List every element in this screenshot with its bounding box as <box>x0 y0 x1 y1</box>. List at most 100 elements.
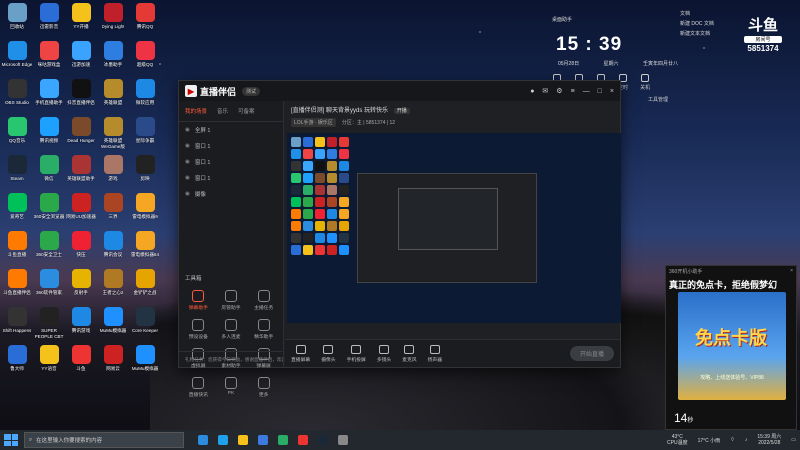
desktop-icon[interactable]: YY语音 <box>33 345 65 383</box>
toolbox-item[interactable]: 弹幕助手 <box>182 290 215 311</box>
desktop-icon[interactable]: 爱奇艺 <box>1 193 33 231</box>
visibility-icon[interactable]: ◉ <box>185 159 190 165</box>
ad-popup[interactable]: 360开机小助手 × 真正的免点卡，拒绝假梦幻 免点卡版 攻略、上线送体验号、V… <box>665 265 797 430</box>
avatar-icon[interactable]: ● <box>530 88 534 95</box>
store-icon[interactable] <box>258 435 268 445</box>
notification-icon[interactable]: ▭ <box>791 437 796 443</box>
desktop-icon[interactable]: 三界 <box>97 193 129 231</box>
desktop-icon[interactable]: 咪咕游戏盒 <box>33 41 65 79</box>
desktop-icon[interactable]: 迅游加速 <box>65 41 97 79</box>
stream-app-icon[interactable] <box>298 435 308 445</box>
toolbox-item[interactable]: 直播快讯 <box>182 377 215 398</box>
start-button[interactable] <box>4 434 18 446</box>
desktop-icon[interactable]: MuMu模拟器 <box>97 307 129 345</box>
desktop-icon[interactable]: 星际争霸 <box>129 117 161 155</box>
message-icon[interactable]: ✉ <box>542 87 548 95</box>
desktop-icon[interactable]: YY开播 <box>65 3 97 41</box>
toolbox-item[interactable]: 更多 <box>247 377 280 398</box>
start-live-button[interactable]: 开始直播 <box>569 346 614 361</box>
taskbar-clock[interactable]: 15:39 周六 2022/5/28 <box>757 434 781 446</box>
desktop-icon[interactable]: 抖音直播伴侣 <box>65 79 97 117</box>
wechat-icon[interactable] <box>278 435 288 445</box>
desktop-icon[interactable]: 360安全卫士 <box>33 231 65 269</box>
doc-item[interactable]: 新建 DOC 文档 <box>680 20 714 27</box>
edge-icon[interactable] <box>218 435 228 445</box>
menu-icon[interactable]: ≡ <box>571 88 575 95</box>
stream-control-button[interactable]: 直播屏幕 <box>291 344 310 363</box>
stream-control-button[interactable]: 多镜头 <box>377 344 391 363</box>
desktop-icon[interactable]: 迅雷影音 <box>33 3 65 41</box>
desktop-icon[interactable]: QQ音乐 <box>1 117 33 155</box>
volume-icon[interactable]: ♪ <box>745 437 748 443</box>
toolbox-item[interactable]: 精华助手 <box>247 319 280 340</box>
ad-close-icon[interactable]: × <box>790 268 793 275</box>
close-icon[interactable]: × <box>610 88 614 95</box>
visibility-icon[interactable]: ◉ <box>185 143 190 149</box>
widget-tool-manage[interactable]: 工具管理 <box>648 96 668 103</box>
desktop-icon[interactable]: 腾讯会议 <box>97 231 129 269</box>
taskview-icon[interactable] <box>198 435 208 445</box>
desktop-icon[interactable]: Steam <box>1 155 33 193</box>
scene-item[interactable]: ◉ 窗口 1 <box>179 138 283 154</box>
desktop-icon[interactable]: 英雄联盟 <box>97 79 129 117</box>
wifi-icon[interactable]: ⌔ <box>730 437 735 443</box>
desktop-icon[interactable]: Microsoft Edge <box>1 41 33 79</box>
scene-item[interactable]: ◉ 窗口 1 <box>179 154 283 170</box>
desktop-icon[interactable]: 超级QQ <box>129 41 161 79</box>
file-explorer-icon[interactable] <box>238 435 248 445</box>
scene-tab[interactable]: 我的场景 <box>185 107 207 115</box>
desktop-icon[interactable]: 雷电模拟器9 <box>129 193 161 231</box>
desktop-icon[interactable]: 360软件管家 <box>33 269 65 307</box>
visibility-icon[interactable]: ◉ <box>185 191 190 197</box>
desktop-icon[interactable]: 快压 <box>65 231 97 269</box>
weather[interactable]: 17°C 小雨 <box>698 437 721 444</box>
visibility-icon[interactable]: ◉ <box>185 127 190 133</box>
stream-control-button[interactable]: 摄像头 <box>321 344 336 363</box>
desktop-icon[interactable]: SUPER PEOPLE CBT <box>33 307 65 345</box>
toolbox-item[interactable]: 主播任务 <box>247 290 280 311</box>
desktop-icon[interactable]: 反射手 <box>65 269 97 307</box>
settings-icon[interactable]: ⚙ <box>556 87 562 95</box>
desktop-icon[interactable]: 冰墨助手 <box>97 41 129 79</box>
scene-tab[interactable]: 音乐 <box>217 107 228 115</box>
desktop-icon[interactable]: 腾讯QQ <box>129 3 161 41</box>
visibility-icon[interactable]: ◉ <box>185 175 190 181</box>
room-title[interactable]: [直播伴侣测] 聊天背景yyds 玩转快乐 <box>291 108 388 114</box>
desktop-icon[interactable]: 腾讯视频 <box>33 117 65 155</box>
desktop-icon[interactable]: 鲁大师 <box>1 345 33 383</box>
desktop-icon[interactable]: 金铲铲之战 <box>129 269 161 307</box>
maximize-icon[interactable]: □ <box>598 88 602 95</box>
desktop-icon[interactable]: 斗鱼直播伴侣 <box>1 269 33 307</box>
desktop-icon[interactable]: 网易云 <box>97 345 129 383</box>
desktop-icon[interactable]: 网易UU加速器 <box>65 193 97 231</box>
desktop-icon[interactable]: 斗鱼 <box>65 345 97 383</box>
desktop-icon[interactable]: 英雄联盟助手 <box>65 155 97 193</box>
app-icon[interactable] <box>338 435 348 445</box>
scene-item[interactable]: ◉ 窗口 1 <box>179 170 283 186</box>
toolbox-item[interactable]: 预设设备 <box>182 319 215 340</box>
stream-control-button[interactable]: 手机投屏 <box>347 344 366 363</box>
desktop-icon[interactable]: Dying Light <box>97 3 129 41</box>
widget-shortcut[interactable]: 关机 <box>640 74 650 91</box>
steam-icon[interactable] <box>318 435 328 445</box>
scene-tab[interactable]: 可备案 <box>238 107 255 115</box>
desktop-icon[interactable]: 英雄联盟 WeGame版 <box>97 117 129 155</box>
doc-item[interactable]: 新建文本文档 <box>680 30 714 37</box>
taskbar-search[interactable]: ⌕ 在这里输入你要搜索的内容 <box>24 432 184 448</box>
desktop-icon[interactable]: 回收站 <box>1 3 33 41</box>
desktop-icon[interactable]: OBS Studio <box>1 79 33 117</box>
desktop-icon[interactable]: 王者之心2 <box>97 269 129 307</box>
desktop-icon[interactable]: Shift Happens <box>1 307 33 345</box>
scene-item[interactable]: ◉ 全屏 1 <box>179 122 283 138</box>
desktop-icon[interactable]: Dead Hunger <box>65 117 97 155</box>
desktop-icon[interactable]: Core Keeper <box>129 307 161 345</box>
stream-control-button[interactable]: 扬声器 <box>428 344 442 363</box>
desktop-icon[interactable]: 微软应用 <box>129 79 161 117</box>
desktop-icon[interactable]: 360安全浏览器 <box>33 193 65 231</box>
desktop-icon[interactable]: 斗鱼直播 <box>1 231 33 269</box>
desktop-icon[interactable]: MuMu模拟器 <box>129 345 161 383</box>
desktop-icon[interactable]: 腾讯游戏 <box>65 307 97 345</box>
scene-item[interactable]: ◉ 摄像 <box>179 186 283 202</box>
stream-control-button[interactable]: 麦克风 <box>402 344 417 363</box>
toolbox-item[interactable]: 多人连麦 <box>215 319 248 340</box>
